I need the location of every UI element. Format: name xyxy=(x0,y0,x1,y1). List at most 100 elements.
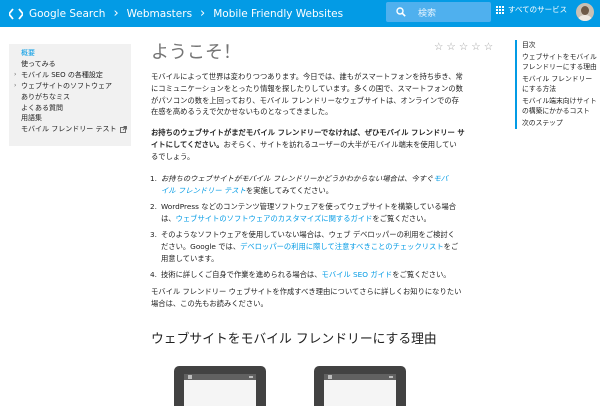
section-heading: ウェブサイトをモバイル フレンドリーにする理由 xyxy=(151,332,437,347)
toc-heading: 目次 xyxy=(522,41,536,49)
toc-item-line: ウェブサイトをモバイル xyxy=(522,53,597,61)
list-text: 用意しています。 xyxy=(161,253,219,263)
recommendation-text: るでしょう。 xyxy=(151,151,195,161)
list-number: 4. xyxy=(150,270,157,279)
mobile-device-illustration xyxy=(174,366,266,406)
device-menu-dot xyxy=(249,376,253,378)
toc-item-next-steps[interactable]: 次のステップ xyxy=(522,119,600,129)
apps-grid-icon xyxy=(496,5,504,14)
nav-item-faq[interactable]: よくある質問 xyxy=(9,103,131,114)
nav-item-label: 用語集 xyxy=(21,114,42,123)
list-text: をご覧ください。 xyxy=(372,213,431,223)
outro-paragraph: モバイル フレンドリー ウェブサイトを作成すべき理由についてさらに詳しくお知りに… xyxy=(151,286,461,310)
intro-paragraph: モバイルによって世界は変わりつつあります。今日では、誰もがスマートフォンを持ち歩… xyxy=(151,71,463,118)
rating-stars: ☆ ☆ ☆ ☆ ☆ xyxy=(434,42,493,53)
toc-item-why-mobile-friendly[interactable]: ウェブサイトをモバイル フレンドリーにする理由 xyxy=(522,53,600,72)
list-item: 3. そのようなソフトウェアを使用していない場合は、ウェブ デベロッパーの利用を… xyxy=(150,229,459,264)
nav-item-label: モバイル SEO の各種設定 xyxy=(21,70,103,79)
mobile-friendly-test-link[interactable]: イル フレンドリー テスト xyxy=(161,186,246,195)
nav-item-overview[interactable]: 概要 xyxy=(9,48,131,59)
nav-item-label: 概要 xyxy=(21,49,35,57)
nav-item-mobile-seo[interactable]: › モバイル SEO の各種設定 xyxy=(9,70,131,81)
list-number: 1. xyxy=(150,174,157,183)
recommendation-bold: イトにしてください。 xyxy=(151,139,224,149)
list-text: 技術に詳しくご自身で作業を進められる場合は、 xyxy=(161,270,322,279)
star-icon[interactable]: ☆ xyxy=(446,42,455,53)
list-text: WordPress などのコンテンツ管理ソフトウェアを使ってウェブサイトを構築し… xyxy=(161,202,457,211)
star-icon[interactable]: ☆ xyxy=(484,42,493,53)
intro-line: モバイルによって世界は変わりつつあります。今日では、誰もがスマートフォンを持ち歩… xyxy=(151,72,463,81)
list-text: をご覧ください。 xyxy=(392,270,451,279)
nav-item-label: よくある質問 xyxy=(21,103,63,112)
external-link-icon xyxy=(120,126,128,134)
list-text: ださい。Google では、 xyxy=(161,241,241,251)
list-text: は、 xyxy=(161,213,176,223)
toc-item-how-to[interactable]: モバイル フレンドリー にする方法 xyxy=(522,75,600,94)
list-item: 2. WordPress などのコンテンツ管理ソフトウェアを使ってウェブサイトを… xyxy=(150,201,457,225)
outro-line: 場合は、この先もお読みください。 xyxy=(151,298,268,308)
star-icon[interactable]: ☆ xyxy=(459,42,468,53)
mobile-friendly-test-link[interactable]: モバ xyxy=(433,174,448,183)
nav-item-label: モバイル フレンドリー テスト xyxy=(21,125,117,134)
developer-checklist-link[interactable]: デベロッパーの利用に際して注意すべきことのチェックリスト xyxy=(240,242,444,251)
star-icon[interactable]: ☆ xyxy=(471,42,480,53)
expand-arrow-icon[interactable]: › xyxy=(14,70,16,81)
breadcrumb: Google Search › Webmasters › Mobile Frie… xyxy=(29,5,343,21)
chevron-right-icon: › xyxy=(113,5,119,21)
list-text: を実施してみてください。 xyxy=(245,185,334,195)
device-toolbar xyxy=(184,374,256,380)
nav-item-common-mistakes[interactable]: ありがちなミス xyxy=(9,92,131,103)
list-item: 1. お持ちのウェブサイトがモバイル フレンドリーかどうかわからない場合は、今す… xyxy=(150,173,448,197)
chevron-right-icon: › xyxy=(200,5,206,21)
star-icon[interactable]: ☆ xyxy=(434,42,443,53)
top-app-bar: Google Search › Webmasters › Mobile Frie… xyxy=(0,0,600,27)
mobile-device-illustration xyxy=(314,366,406,406)
nav-item-get-started[interactable]: 使ってみる xyxy=(9,59,131,70)
toc-item-line: モバイル端末向けサイト xyxy=(522,97,597,105)
recommendation-paragraph: お持ちのウェブサイトがまだモバイル フレンドリーでなければ、ぜひモバイル フレン… xyxy=(151,127,465,162)
device-menu-dot xyxy=(328,375,332,379)
mobile-seo-guide-link[interactable]: モバイル SEO ガイド xyxy=(322,270,393,279)
software-guide-link[interactable]: ウェブサイトのソフトウェアのカスタマイズに関するガイド xyxy=(176,214,373,223)
avatar[interactable] xyxy=(576,3,594,21)
device-toolbar xyxy=(324,374,396,380)
nav-item-label: ウェブサイトのソフトウェア xyxy=(21,81,112,90)
nav-item-glossary[interactable]: 用語集 xyxy=(9,113,131,124)
all-products-button[interactable]: すべてのサービス xyxy=(496,4,567,15)
list-text: そのようなソフトウェアを使用していない場合は、ウェブ デベロッパーの利用をご検討… xyxy=(161,230,455,239)
device-menu-dot xyxy=(188,375,192,379)
table-of-contents: 目次 ウェブサイトをモバイル フレンドリーにする理由 モバイル フレンドリー に… xyxy=(515,40,600,129)
list-text: をご xyxy=(443,241,459,251)
toc-item-line: の構築にかかるコスト xyxy=(522,106,590,115)
toc-item-line: にする方法 xyxy=(522,84,557,93)
recommendation-bold: お持ちのウェブサイトがまだモバイル フレンドリーでなければ、ぜひモバイル フレン… xyxy=(151,128,465,137)
intro-line: 在感を高めるうえで欠かせないものとなってきました。 xyxy=(151,107,333,117)
search-input[interactable]: 検索 xyxy=(418,6,436,19)
breadcrumb-webmasters[interactable]: Webmasters xyxy=(127,8,192,20)
nav-item-label: 使ってみる xyxy=(21,59,56,68)
breadcrumb-mobile-friendly[interactable]: Mobile Friendly Websites xyxy=(213,8,343,20)
all-products-label: すべてのサービス xyxy=(508,5,568,14)
nav-item-mobile-friendly-test[interactable]: モバイル フレンドリー テスト xyxy=(9,124,131,135)
google-developers-logo-icon[interactable] xyxy=(9,7,23,20)
list-number: 2. xyxy=(150,202,157,211)
search-icon[interactable] xyxy=(396,7,406,17)
left-nav: 概要 使ってみる › モバイル SEO の各種設定 › ウェブサイトのソフトウェ… xyxy=(9,44,131,146)
nav-item-software[interactable]: › ウェブサイトのソフトウェア xyxy=(9,81,131,92)
list-text: お持ちのウェブサイトがモバイル フレンドリーかどうかわからない場合は、今すぐ xyxy=(161,174,434,183)
intro-line: がパソコンの数を上回っており、モバイル フレンドリーなウェブサイトは、オンライン… xyxy=(151,95,459,105)
expand-arrow-icon[interactable]: › xyxy=(14,81,16,92)
search-box[interactable]: 検索 xyxy=(386,2,491,22)
toc-item-line: 次のステップ xyxy=(522,119,563,127)
page-title: ようこそ！ xyxy=(151,42,241,63)
toc-item-cost[interactable]: モバイル端末向けサイト の構築にかかるコスト xyxy=(522,97,600,116)
recommendation-text: おそらく、サイトを訪れるユーザーの大半がモバイル端末を使用してい xyxy=(223,139,457,149)
list-item: 4. 技術に詳しくご自身で作業を進められる場合は、モバイル SEO ガイドをご覧… xyxy=(150,269,451,281)
toc-item-line: フレンドリーにする理由 xyxy=(522,62,597,71)
toc-item-line: モバイル フレンドリー xyxy=(522,75,593,83)
outro-line: モバイル フレンドリー ウェブサイトを作成すべき理由についてさらに詳しくお知りに… xyxy=(151,287,462,296)
intro-line: にコミュニケーションをとったり情報を探したりしています。多くの国で、スマートフォ… xyxy=(151,83,463,93)
device-menu-dot xyxy=(389,376,393,378)
breadcrumb-google-search[interactable]: Google Search xyxy=(29,8,105,20)
nav-item-label: ありがちなミス xyxy=(21,92,70,101)
